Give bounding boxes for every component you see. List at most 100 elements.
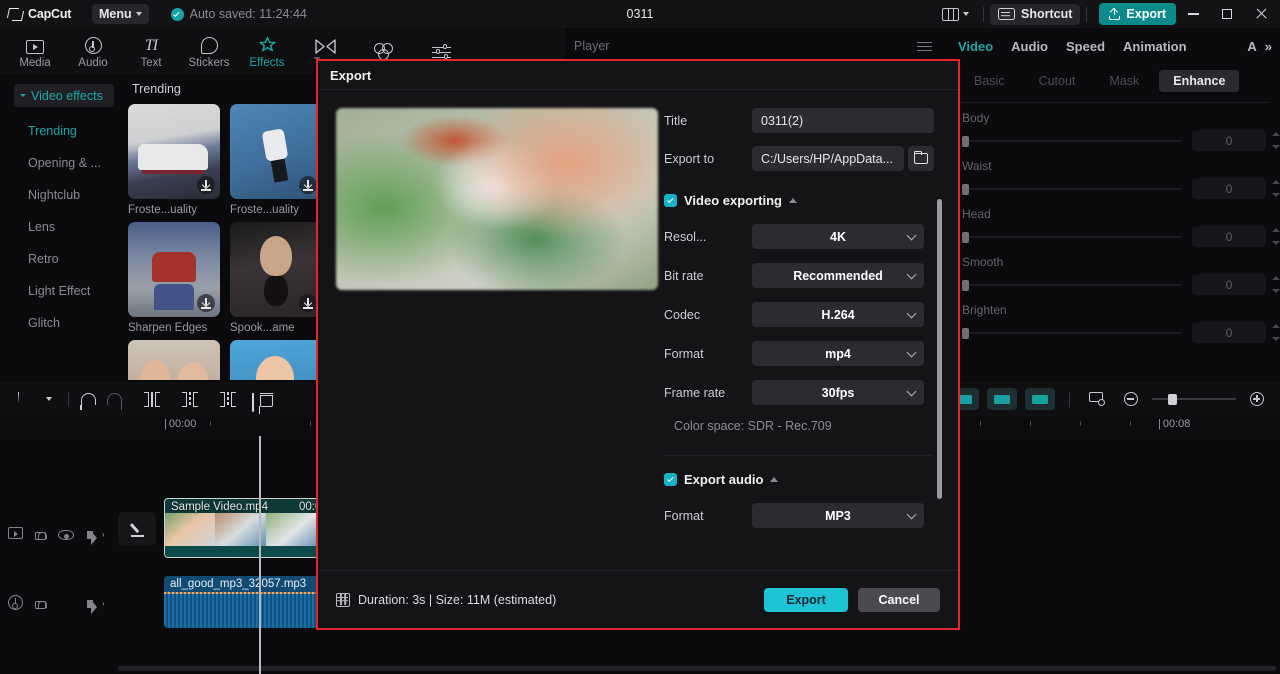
slider-track-body[interactable] xyxy=(962,135,1182,147)
slider-value-waist[interactable]: 0 xyxy=(1192,178,1280,199)
slider-knob[interactable] xyxy=(962,231,969,243)
sidebar-item-opening[interactable]: Opening & ... xyxy=(0,147,122,179)
sidebar-item-nightclub[interactable]: Nightclub xyxy=(0,179,122,211)
zoom-in-icon[interactable] xyxy=(1244,386,1270,412)
zoom-slider[interactable] xyxy=(1152,393,1236,405)
slider-knob[interactable] xyxy=(962,327,969,339)
select-cursor-icon[interactable] xyxy=(10,386,36,412)
undo-icon[interactable] xyxy=(75,386,101,412)
export-settings-scrollbar[interactable] xyxy=(937,199,942,499)
download-icon[interactable] xyxy=(299,176,317,194)
category-header-video-effects[interactable]: Video effects xyxy=(14,84,114,107)
format-select[interactable]: mp4 xyxy=(752,341,924,366)
stepper-icon[interactable] xyxy=(1271,132,1280,149)
effect-thumbnail[interactable] xyxy=(128,340,220,380)
audio-format-select[interactable]: MP3 xyxy=(752,503,924,528)
title-input[interactable]: 0311(2) xyxy=(752,108,934,133)
zoom-slider-knob[interactable] xyxy=(1168,393,1177,405)
stepper-icon[interactable] xyxy=(1271,276,1280,293)
download-icon[interactable] xyxy=(299,294,317,312)
video-exporting-section-header[interactable]: Video exporting xyxy=(664,193,942,208)
slider-track-waist[interactable] xyxy=(962,183,1182,195)
speaker-icon[interactable] xyxy=(87,600,104,614)
split-left-icon[interactable] xyxy=(177,386,203,412)
media-icon[interactable] xyxy=(8,527,23,539)
subtab-mask[interactable]: Mask xyxy=(1095,70,1153,92)
mirror-icon[interactable] xyxy=(1025,388,1055,410)
cancel-button[interactable]: Cancel xyxy=(858,587,940,612)
effect-item[interactable]: Froste...uality xyxy=(128,104,220,216)
download-icon[interactable] xyxy=(197,294,215,312)
split-right-icon[interactable] xyxy=(215,386,241,412)
slider-track-smooth[interactable] xyxy=(962,279,1182,291)
chevron-down-icon[interactable] xyxy=(36,386,62,412)
slider-knob[interactable] xyxy=(962,279,969,291)
framerate-select[interactable]: 30fps xyxy=(752,380,924,405)
toolbar-item-effects[interactable]: Effects xyxy=(238,34,296,69)
resolution-select[interactable]: 4K xyxy=(752,224,924,249)
maximize-button[interactable] xyxy=(1210,0,1244,28)
eye-icon[interactable] xyxy=(58,529,74,540)
chevron-double-right-icon[interactable]: » xyxy=(1265,39,1272,54)
subtab-cutout[interactable]: Cutout xyxy=(1025,70,1090,92)
chevron-up-icon[interactable] xyxy=(770,477,779,482)
export-audio-section-header[interactable]: Export audio xyxy=(664,472,942,487)
tab-speed[interactable]: Speed xyxy=(1066,39,1105,54)
effect-item[interactable] xyxy=(230,340,322,380)
video-exporting-checkbox[interactable] xyxy=(664,194,677,207)
codec-select[interactable]: H.264 xyxy=(752,302,924,327)
toolbar-item-media[interactable]: Media xyxy=(6,34,64,69)
toolbar-item-text[interactable]: TI Text xyxy=(122,34,180,69)
export-path-input[interactable]: C:/Users/HP/AppData... xyxy=(752,146,904,171)
subtab-enhance[interactable]: Enhance xyxy=(1159,70,1240,92)
redo-icon[interactable] xyxy=(101,386,127,412)
slider-value-body[interactable]: 0 xyxy=(1192,130,1280,151)
split-icon[interactable] xyxy=(139,386,165,412)
lock-icon[interactable] xyxy=(35,532,47,540)
shortcut-button[interactable]: Shortcut xyxy=(990,3,1081,25)
slider-value-brighten[interactable]: 0 xyxy=(1192,322,1280,343)
slider-track-head[interactable] xyxy=(962,231,1182,243)
minimize-button[interactable] xyxy=(1176,0,1210,28)
lock-icon[interactable] xyxy=(35,601,47,609)
audio-icon[interactable] xyxy=(8,594,23,610)
stepper-icon[interactable] xyxy=(1271,228,1280,245)
tab-audio[interactable]: Audio xyxy=(1011,39,1048,54)
effect-item[interactable]: Spook...ame xyxy=(230,222,322,334)
layout-button[interactable] xyxy=(934,7,977,21)
tab-animation[interactable]: Animation xyxy=(1123,39,1187,54)
effect-thumbnail[interactable] xyxy=(128,104,220,199)
slider-value-head[interactable]: 0 xyxy=(1192,226,1280,247)
slider-knob[interactable] xyxy=(962,183,969,195)
toolbar-item-stickers[interactable]: Stickers xyxy=(180,34,238,69)
stepper-icon[interactable] xyxy=(1271,324,1280,341)
slider-track-brighten[interactable] xyxy=(962,327,1182,339)
chevron-up-icon[interactable] xyxy=(789,198,797,203)
sidebar-item-retro[interactable]: Retro xyxy=(0,243,122,275)
zoom-out-icon[interactable] xyxy=(1118,386,1144,412)
edit-clip-button[interactable] xyxy=(118,512,156,546)
effect-thumbnail[interactable] xyxy=(128,222,220,317)
crop-icon[interactable] xyxy=(1084,386,1110,412)
sidebar-item-light-effect[interactable]: Light Effect xyxy=(0,275,122,307)
timeline-horizontal-scrollbar[interactable] xyxy=(118,666,1276,671)
playhead-handle[interactable] xyxy=(252,393,268,414)
subtab-basic[interactable]: Basic xyxy=(960,70,1019,92)
effect-thumbnail[interactable] xyxy=(230,340,322,380)
effect-item[interactable]: Froste...uality xyxy=(230,104,322,216)
menu-button[interactable]: Menu xyxy=(92,4,149,24)
stepper-icon[interactable] xyxy=(1271,180,1280,197)
toolbar-item-audio[interactable]: Audio xyxy=(64,34,122,69)
bitrate-select[interactable]: Recommended xyxy=(752,263,924,288)
sidebar-item-trending[interactable]: Trending xyxy=(0,115,122,147)
effect-item[interactable]: Sharpen Edges xyxy=(128,222,220,334)
export-audio-checkbox[interactable] xyxy=(664,473,677,486)
sidebar-item-lens[interactable]: Lens xyxy=(0,211,122,243)
effect-thumbnail[interactable] xyxy=(230,222,322,317)
effect-item[interactable] xyxy=(128,340,220,380)
download-icon[interactable] xyxy=(197,176,215,194)
link-clip-icon[interactable] xyxy=(987,388,1017,410)
sidebar-item-glitch[interactable]: Glitch xyxy=(0,307,122,339)
effect-thumbnail[interactable] xyxy=(230,104,322,199)
folder-icon[interactable] xyxy=(908,146,934,171)
